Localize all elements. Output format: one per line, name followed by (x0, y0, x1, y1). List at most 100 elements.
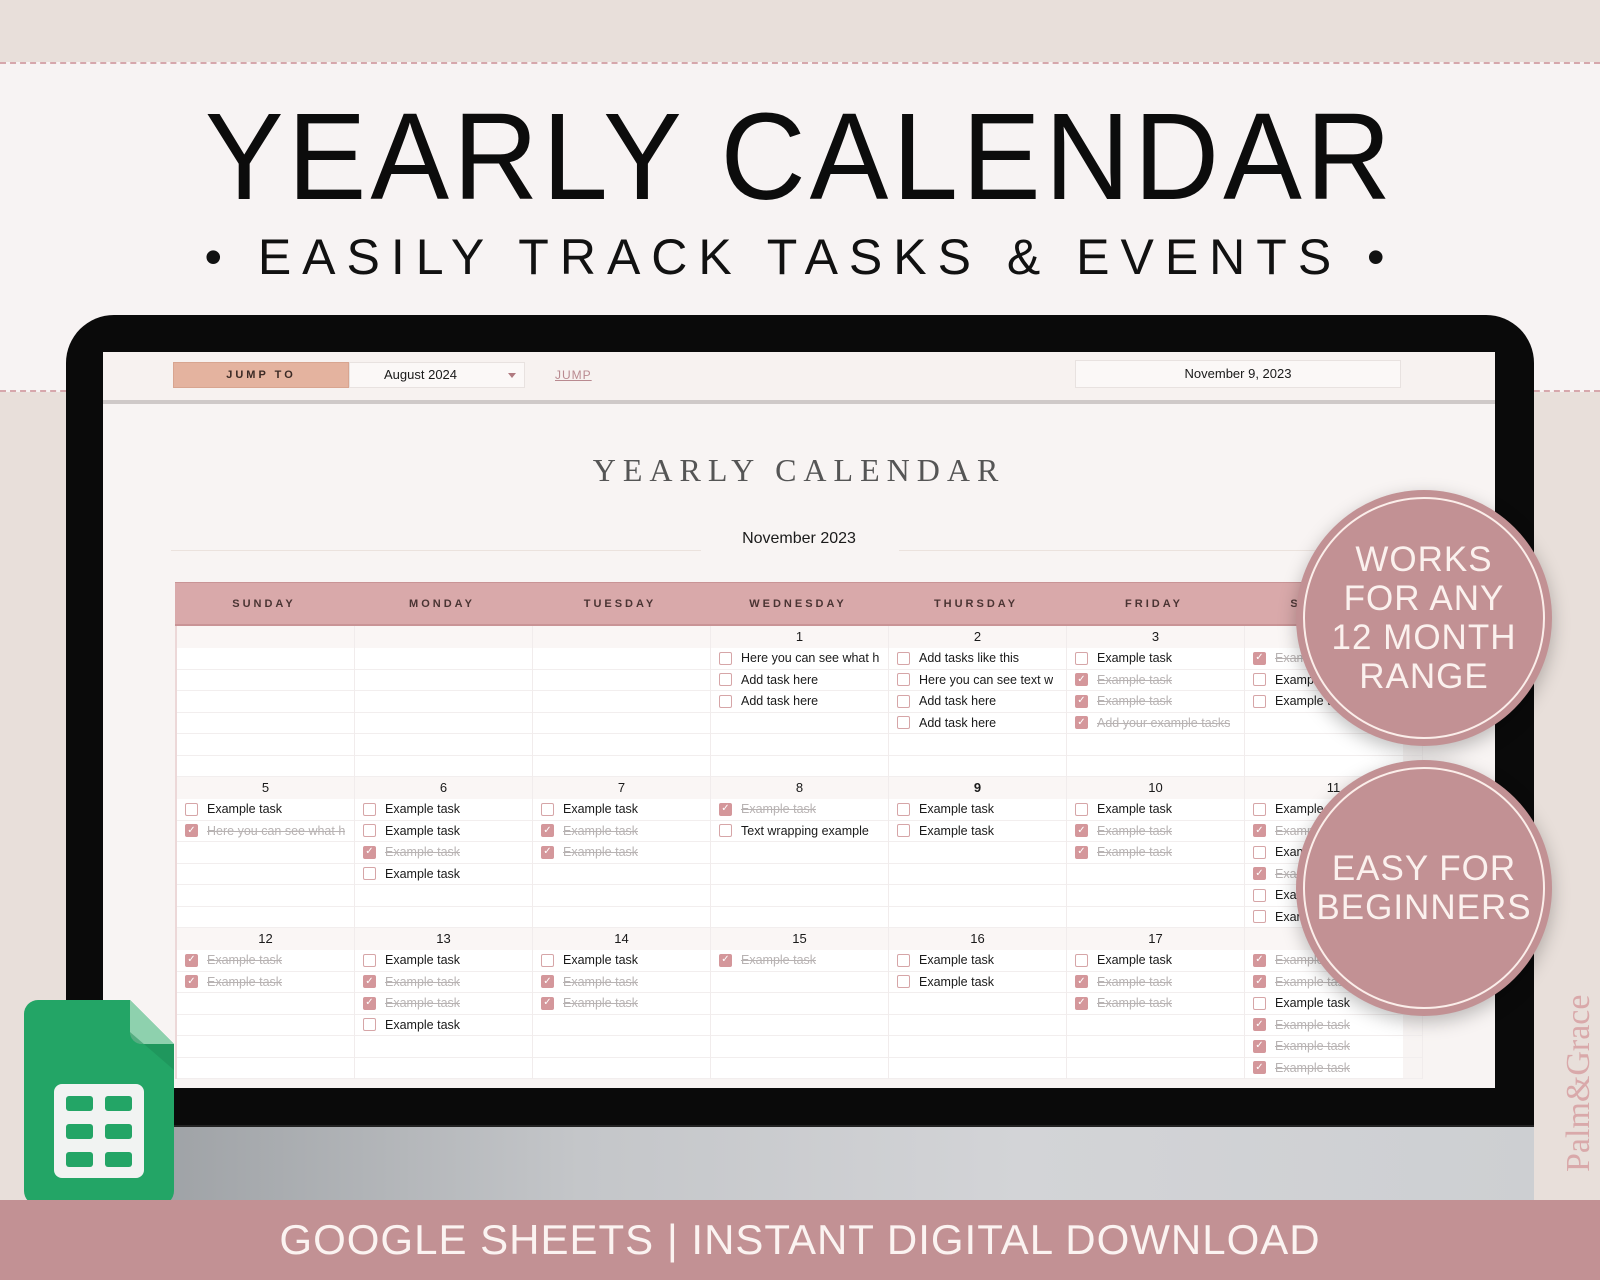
checkbox-checked-icon[interactable]: ✓ (185, 824, 198, 838)
empty-task-row[interactable] (889, 734, 1066, 756)
checkbox-checked-icon[interactable]: ✓ (719, 953, 732, 967)
task-item[interactable]: Example task (1067, 648, 1244, 670)
checkbox-checked-icon[interactable]: ✓ (1253, 1061, 1266, 1075)
task-item[interactable]: Example task (355, 950, 532, 972)
empty-task-row[interactable] (889, 756, 1066, 777)
checkbox-checked-icon[interactable]: ✓ (719, 802, 732, 816)
empty-task-row[interactable] (1067, 756, 1244, 777)
task-item[interactable]: ✓ Example task (1245, 1015, 1422, 1036)
checkbox-icon[interactable] (897, 802, 910, 816)
task-item[interactable]: Example task (1067, 799, 1244, 821)
empty-task-row[interactable] (1067, 1058, 1244, 1079)
checkbox-checked-icon[interactable]: ✓ (185, 953, 198, 967)
task-item[interactable]: ✓ Example task (1067, 691, 1244, 713)
task-item[interactable]: Text wrapping example (711, 821, 888, 842)
task-item[interactable]: ✓ Add your example tasks (1067, 713, 1244, 734)
task-item[interactable]: Example task (177, 799, 354, 821)
checkbox-checked-icon[interactable]: ✓ (185, 975, 198, 989)
checkbox-checked-icon[interactable]: ✓ (1253, 867, 1266, 881)
task-item[interactable]: Add task here (711, 691, 888, 713)
checkbox-icon[interactable] (1253, 910, 1266, 924)
empty-task-row[interactable] (533, 907, 710, 928)
checkbox-checked-icon[interactable]: ✓ (541, 824, 554, 838)
checkbox-checked-icon[interactable]: ✓ (1075, 845, 1088, 859)
checkbox-icon[interactable] (1253, 673, 1266, 687)
checkbox-icon[interactable] (719, 824, 732, 838)
empty-task-row[interactable] (711, 734, 888, 756)
empty-task-row[interactable] (355, 907, 532, 928)
empty-task-row[interactable] (1067, 885, 1244, 907)
task-item[interactable]: Example task (533, 799, 710, 821)
checkbox-icon[interactable] (363, 953, 376, 967)
checkbox-icon[interactable] (1075, 953, 1088, 967)
checkbox-icon[interactable] (719, 651, 732, 665)
empty-task-row[interactable] (533, 864, 710, 885)
checkbox-icon[interactable] (185, 802, 198, 816)
task-item[interactable]: ✓ Example task (533, 821, 710, 842)
task-item[interactable]: Example task (355, 864, 532, 885)
month-select-dropdown[interactable]: August 2024 (349, 362, 525, 388)
checkbox-icon[interactable] (897, 694, 910, 708)
empty-task-row[interactable] (1067, 1015, 1244, 1036)
task-item[interactable]: ✓ Example task (533, 842, 710, 864)
task-item[interactable]: ✓ Example task (1067, 821, 1244, 842)
checkbox-icon[interactable] (897, 673, 910, 687)
checkbox-icon[interactable] (719, 673, 732, 687)
task-item[interactable]: Add tasks like this (889, 648, 1066, 670)
empty-task-row[interactable] (533, 648, 710, 670)
checkbox-icon[interactable] (897, 651, 910, 665)
task-item[interactable]: ✓ Example task (355, 972, 532, 993)
empty-task-row[interactable] (533, 734, 710, 756)
empty-task-row[interactable] (889, 907, 1066, 928)
checkbox-checked-icon[interactable]: ✓ (541, 996, 554, 1010)
empty-task-row[interactable] (177, 648, 354, 670)
empty-task-row[interactable] (177, 1036, 354, 1058)
empty-task-row[interactable] (889, 864, 1066, 885)
task-item[interactable]: ✓ Example task (533, 993, 710, 1015)
empty-task-row[interactable] (355, 713, 532, 734)
dropdown-caret-icon[interactable] (508, 373, 516, 378)
empty-task-row[interactable] (711, 993, 888, 1015)
empty-task-row[interactable] (711, 864, 888, 885)
task-item[interactable]: ✓ Example task (1245, 1058, 1422, 1079)
jump-link[interactable]: JUMP (555, 362, 592, 388)
empty-task-row[interactable] (355, 756, 532, 777)
task-item[interactable]: Example task (889, 821, 1066, 842)
checkbox-icon[interactable] (1253, 996, 1266, 1010)
checkbox-icon[interactable] (1253, 845, 1266, 859)
checkbox-checked-icon[interactable]: ✓ (1075, 673, 1088, 687)
task-item[interactable]: ✓ Example task (1245, 1036, 1422, 1058)
empty-task-row[interactable] (533, 691, 710, 713)
empty-task-row[interactable] (177, 864, 354, 885)
checkbox-icon[interactable] (719, 694, 732, 708)
empty-task-row[interactable] (711, 1036, 888, 1058)
empty-task-row[interactable] (533, 1058, 710, 1079)
empty-task-row[interactable] (711, 907, 888, 928)
empty-task-row[interactable] (355, 648, 532, 670)
empty-task-row[interactable] (533, 1036, 710, 1058)
checkbox-icon[interactable] (897, 716, 910, 730)
empty-task-row[interactable] (711, 1015, 888, 1036)
checkbox-icon[interactable] (897, 975, 910, 989)
empty-task-row[interactable] (889, 1036, 1066, 1058)
empty-task-row[interactable] (711, 885, 888, 907)
task-item[interactable]: Example task (355, 821, 532, 842)
checkbox-checked-icon[interactable]: ✓ (363, 975, 376, 989)
empty-task-row[interactable] (177, 691, 354, 713)
empty-task-row[interactable] (533, 713, 710, 734)
checkbox-icon[interactable] (1075, 802, 1088, 816)
task-item[interactable]: Add task here (889, 713, 1066, 734)
checkbox-icon[interactable] (541, 953, 554, 967)
empty-task-row[interactable] (177, 670, 354, 691)
checkbox-checked-icon[interactable]: ✓ (541, 975, 554, 989)
checkbox-checked-icon[interactable]: ✓ (1253, 953, 1266, 967)
empty-task-row[interactable] (533, 1015, 710, 1036)
checkbox-icon[interactable] (1075, 651, 1088, 665)
empty-task-row[interactable] (177, 993, 354, 1015)
task-item[interactable]: Example task (889, 950, 1066, 972)
checkbox-checked-icon[interactable]: ✓ (1253, 1039, 1266, 1053)
empty-task-row[interactable] (533, 885, 710, 907)
task-item[interactable]: ✓ Example task (1067, 670, 1244, 691)
checkbox-icon[interactable] (897, 953, 910, 967)
empty-task-row[interactable] (889, 885, 1066, 907)
